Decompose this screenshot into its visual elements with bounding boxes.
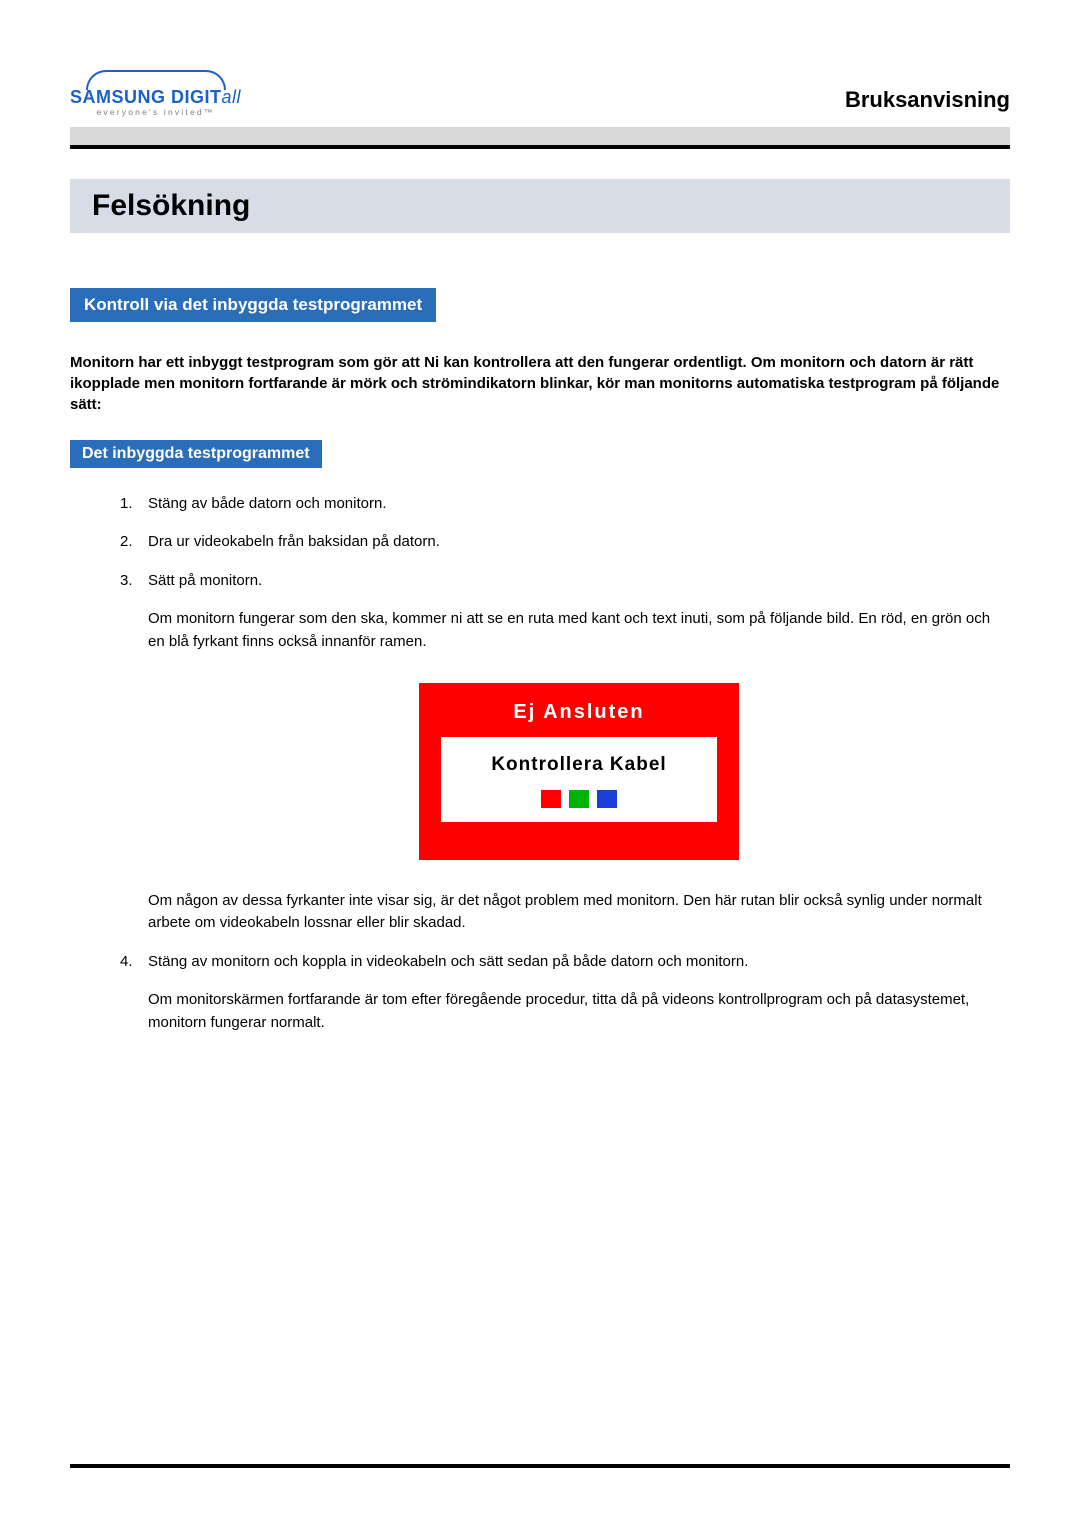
diagram-mid-label: Kontrollera Kabel <box>441 751 717 780</box>
steps-area: Stäng av både datorn och monitorn. Dra u… <box>70 493 1010 1035</box>
logo-tagline: everyone's invited™ <box>70 108 241 117</box>
list-item: Sätt på monitorn. Om monitorn fungerar s… <box>120 570 1010 935</box>
logo-text-b: all <box>222 87 242 107</box>
diagram-bottom-band <box>423 822 735 856</box>
color-squares <box>441 790 717 808</box>
step-paragraph: Om monitorn fungerar som den ska, kommer… <box>148 608 1010 653</box>
subsection-heading: Det inbyggda testprogrammet <box>70 440 322 468</box>
document-type: Bruksanvisning <box>845 87 1010 113</box>
header-divider <box>70 145 1010 149</box>
blue-square-icon <box>597 790 617 808</box>
list-item: Stäng av både datorn och monitorn. <box>120 493 1010 516</box>
logo-text-a: SAMSUNG DIGIT <box>70 87 222 107</box>
diagram-mid-panel: Kontrollera Kabel <box>441 737 717 822</box>
logo-wordmark: SAMSUNG DIGITall <box>70 88 241 106</box>
list-item: Dra ur videokabeln från baksidan på dato… <box>120 531 1010 554</box>
header-row: SAMSUNG DIGITall everyone's invited™ Bru… <box>70 70 1010 117</box>
red-square-icon <box>541 790 561 808</box>
list-item: Stäng av monitorn och koppla in videokab… <box>120 951 1010 1035</box>
step-text: Stäng av både datorn och monitorn. <box>148 495 387 512</box>
ordered-steps: Stäng av både datorn och monitorn. Dra u… <box>120 493 1010 1035</box>
step-text: Dra ur videokabeln från baksidan på dato… <box>148 533 440 550</box>
step-paragraph: Om någon av dessa fyrkanter inte visar s… <box>148 890 1010 935</box>
self-test-diagram: Ej Ansluten Kontrollera Kabel <box>419 683 739 860</box>
brand-logo: SAMSUNG DIGITall everyone's invited™ <box>70 70 241 117</box>
page-title-band: Felsökning <box>70 179 1010 233</box>
step-text: Sätt på monitorn. <box>148 572 262 589</box>
header-gray-band <box>70 127 1010 145</box>
diagram-wrap: Ej Ansluten Kontrollera Kabel <box>148 683 1010 860</box>
green-square-icon <box>569 790 589 808</box>
diagram-top-label: Ej Ansluten <box>423 687 735 737</box>
intro-paragraph: Monitorn har ett inbyggt testprogram som… <box>70 352 1010 415</box>
step-paragraph: Om monitorskärmen fortfarande är tom eft… <box>148 989 1010 1034</box>
page-title: Felsökning <box>92 189 250 223</box>
step-text: Stäng av monitorn och koppla in videokab… <box>148 953 748 970</box>
footer-divider <box>70 1464 1010 1468</box>
section-heading: Kontroll via det inbyggda testprogrammet <box>70 288 436 322</box>
